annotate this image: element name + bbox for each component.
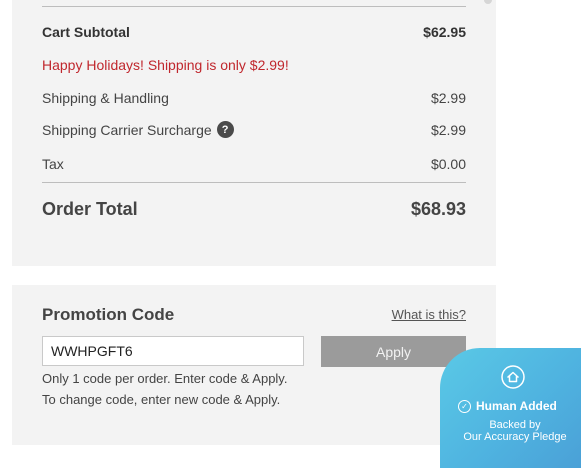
promo-message: Happy Holidays! Shipping is only $2.99! [42, 57, 289, 73]
what-is-this-link[interactable]: What is this? [392, 307, 466, 322]
badge-title-row: ✓ Human Added [458, 399, 557, 413]
surcharge-row: Shipping Carrier Surcharge ? $2.99 [42, 121, 466, 138]
surcharge-label: Shipping Carrier Surcharge [42, 121, 212, 138]
shipping-value: $2.99 [430, 90, 466, 106]
badge-title: Human Added [476, 399, 557, 413]
order-total-value: $68.93 [410, 199, 466, 219]
promotion-code-panel: Promotion Code What is this? Apply Only … [12, 285, 496, 445]
human-added-badge[interactable]: ✓ Human Added Backed by Our Accuracy Ple… [440, 348, 581, 468]
promotion-code-input[interactable] [42, 336, 304, 366]
surcharge-value: $2.99 [430, 121, 466, 138]
badge-line: Our Accuracy Pledge [463, 431, 567, 443]
scrollbar-thumb[interactable] [484, 0, 492, 4]
apply-button[interactable]: Apply [321, 336, 466, 367]
order-total-row: Order Total $68.93 [42, 199, 466, 220]
divider [42, 6, 466, 7]
tax-row: Tax $0.00 [42, 156, 466, 172]
check-circle-icon: ✓ [458, 399, 471, 413]
house-icon [501, 365, 525, 389]
promo-hint-line: Only 1 code per order. Enter code & Appl… [42, 371, 288, 386]
subtotal-row: Cart Subtotal $62.95 [42, 24, 466, 40]
divider [42, 182, 466, 183]
tax-value: $0.00 [430, 156, 466, 172]
order-total-label: Order Total [42, 199, 138, 219]
subtotal-label: Cart Subtotal [42, 24, 130, 40]
promo-message-row: Happy Holidays! Shipping is only $2.99! [42, 57, 466, 73]
subtotal-value: $62.95 [423, 24, 466, 40]
shipping-row: Shipping & Handling $2.99 [42, 90, 466, 106]
promotion-code-title: Promotion Code [42, 305, 175, 324]
tax-label: Tax [42, 156, 64, 172]
badge-line: Backed by [489, 419, 541, 431]
shipping-label: Shipping & Handling [42, 90, 169, 106]
promo-hint-line: To change code, enter new code & Apply. [42, 392, 281, 407]
order-summary-panel: Cart Subtotal $62.95 Happy Holidays! Shi… [12, 0, 496, 266]
help-icon[interactable]: ? [216, 121, 234, 138]
